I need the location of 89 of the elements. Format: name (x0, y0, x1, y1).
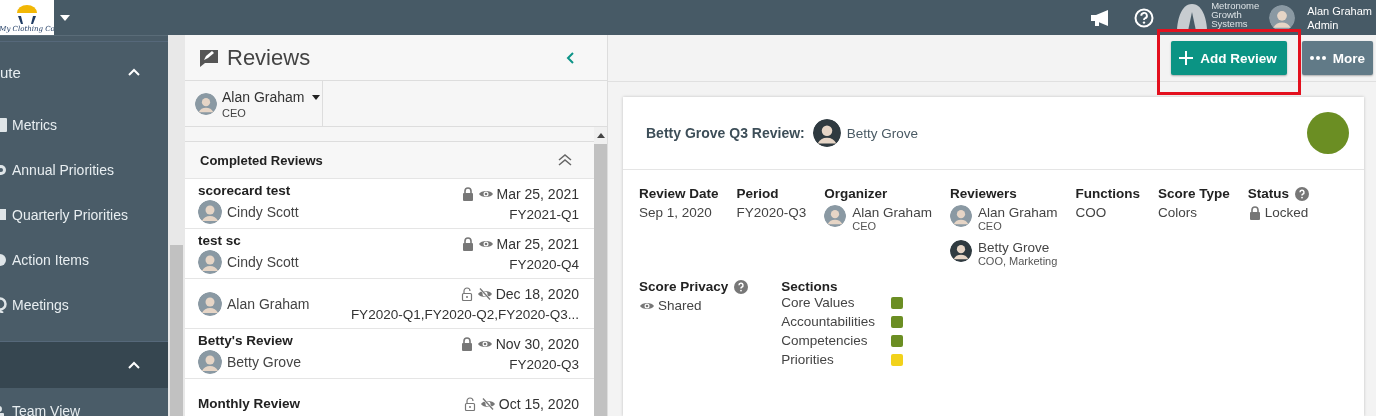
scrollbar-thumb[interactable] (170, 245, 183, 416)
reviewee-name: Betty Grove (227, 354, 301, 370)
field-label: Score Privacy (639, 279, 729, 294)
field-value: Shared (658, 298, 702, 313)
field-label: Period (736, 186, 779, 201)
review-date: Dec 18, 2020 (495, 285, 579, 302)
help-icon[interactable] (1295, 186, 1309, 201)
card-title: Betty Grove Q3 Review: (646, 125, 805, 141)
reviewee-name: Betty Grove (846, 125, 918, 141)
panel-title: Reviews (227, 44, 311, 71)
sidebar-item[interactable]: Metrics (0, 102, 168, 147)
review-title: Betty's Review (198, 333, 294, 348)
edit-note-icon (199, 48, 219, 67)
sidebar-item[interactable]: Quarterly Priorities (0, 192, 168, 237)
review-date: Oct 15, 2020 (498, 395, 579, 412)
sidebar-item[interactable]: Action Items (0, 237, 168, 282)
field-label: Reviewers (949, 186, 1017, 201)
chevron-up-icon[interactable] (128, 68, 140, 76)
help-icon[interactable] (734, 279, 749, 294)
review-period: FY2020-Q4 (509, 256, 579, 272)
brand-text: Systems (1211, 18, 1249, 28)
avatar-icon (949, 205, 972, 227)
double-chevron-up-icon[interactable] (558, 154, 572, 166)
avatar-icon (824, 205, 847, 227)
scrollbar-thumb[interactable] (594, 144, 607, 416)
field-label: Review Date (639, 186, 719, 201)
field-label: Functions (1075, 186, 1140, 201)
field-value: Sep 1, 2020 (639, 205, 713, 220)
person-role: CEO (852, 220, 878, 232)
avatar-icon (198, 200, 222, 224)
avatar-icon (949, 240, 972, 262)
person-selector[interactable]: Alan Graham CEO (185, 81, 323, 126)
avatar-icon (195, 92, 217, 115)
person-name: Alan Graham (977, 205, 1058, 220)
field-value: COO (1075, 205, 1108, 220)
avatar-icon (198, 250, 222, 274)
sidebar-item[interactable]: Team View (0, 388, 168, 416)
brand-text: Growth (1211, 9, 1242, 19)
caret-down-icon (312, 95, 321, 100)
person-role: COO, Marketing (977, 255, 1058, 267)
field-value: Colors (1157, 205, 1198, 220)
avatar-icon (198, 350, 222, 374)
review-title: test sc (198, 233, 242, 248)
person-name: Alan Graham (852, 205, 932, 220)
scroll-up-icon (596, 133, 605, 138)
reviewee-name: Cindy Scott (227, 254, 299, 270)
review-item[interactable]: Alan Graham Dec 18, 2020 FY2020-Q1,FY2020-Q2,FY2020-Q3... (185, 279, 594, 329)
sidebar-item[interactable]: Meetings (0, 282, 168, 327)
field-label: Score Type (1157, 186, 1230, 201)
section-name: Competencies (781, 334, 869, 347)
avatar-icon (812, 119, 841, 147)
section-name: Accountabilities (781, 315, 876, 328)
chevron-up-icon[interactable] (128, 361, 140, 369)
collapse-icon[interactable] (566, 51, 574, 64)
review-item[interactable]: Monthly Review Oct 15, 2020 (185, 379, 594, 416)
review-title: Monthly Review (198, 396, 300, 411)
review-date: Nov 30, 2020 (495, 335, 579, 352)
reviewee-name: Cindy Scott (227, 204, 299, 220)
review-title: scorecard test (198, 183, 292, 198)
avatar-icon (198, 291, 222, 316)
review-date: Mar 25, 2021 (496, 185, 579, 202)
review-item[interactable]: test sc Cindy Scott Mar 25, 2021 FY2020-Q4 (185, 229, 594, 279)
field-label: Organizer (824, 186, 888, 201)
review-period: FY2020-Q3 (509, 356, 579, 372)
brand-text: Metronome (1211, 0, 1260, 10)
section-name: Priorities (781, 353, 835, 366)
section-name: Core Values (781, 296, 856, 309)
person-name: Betty Grove (977, 240, 1051, 255)
add-review-button[interactable]: Add Review (1171, 41, 1287, 75)
avatar-icon (1269, 4, 1296, 31)
ellipsis-icon (1309, 56, 1326, 60)
plus-icon (1179, 51, 1194, 65)
user-role: Admin (1307, 17, 1340, 32)
sidebar-item[interactable]: Annual Priorities (0, 147, 168, 192)
field-value: Locked (1264, 205, 1309, 220)
reviewee-name: Alan Graham (227, 295, 310, 312)
review-item[interactable]: Betty's Review Betty Grove Nov 30, 2020 FY2020-Q3 (185, 329, 594, 379)
review-date: Mar 25, 2021 (496, 235, 579, 252)
review-period: FY2021-Q1 (509, 206, 579, 222)
field-label: Status (1247, 186, 1289, 201)
help-icon[interactable] (1134, 7, 1155, 28)
field-label: Sections (781, 279, 839, 294)
user-name[interactable]: Alan Graham (1307, 3, 1372, 18)
field-value: FY2020-Q3 (736, 205, 807, 220)
caret-down-icon[interactable] (60, 14, 70, 21)
more-button[interactable]: More (1301, 41, 1373, 75)
person-role: CEO (977, 220, 1003, 232)
review-item[interactable]: scorecard test Cindy Scott Mar 25, 2021 FY2021-Q1 (185, 179, 594, 229)
review-period: FY2020-Q1,FY2020-Q2,FY2020-Q3... (350, 306, 579, 322)
